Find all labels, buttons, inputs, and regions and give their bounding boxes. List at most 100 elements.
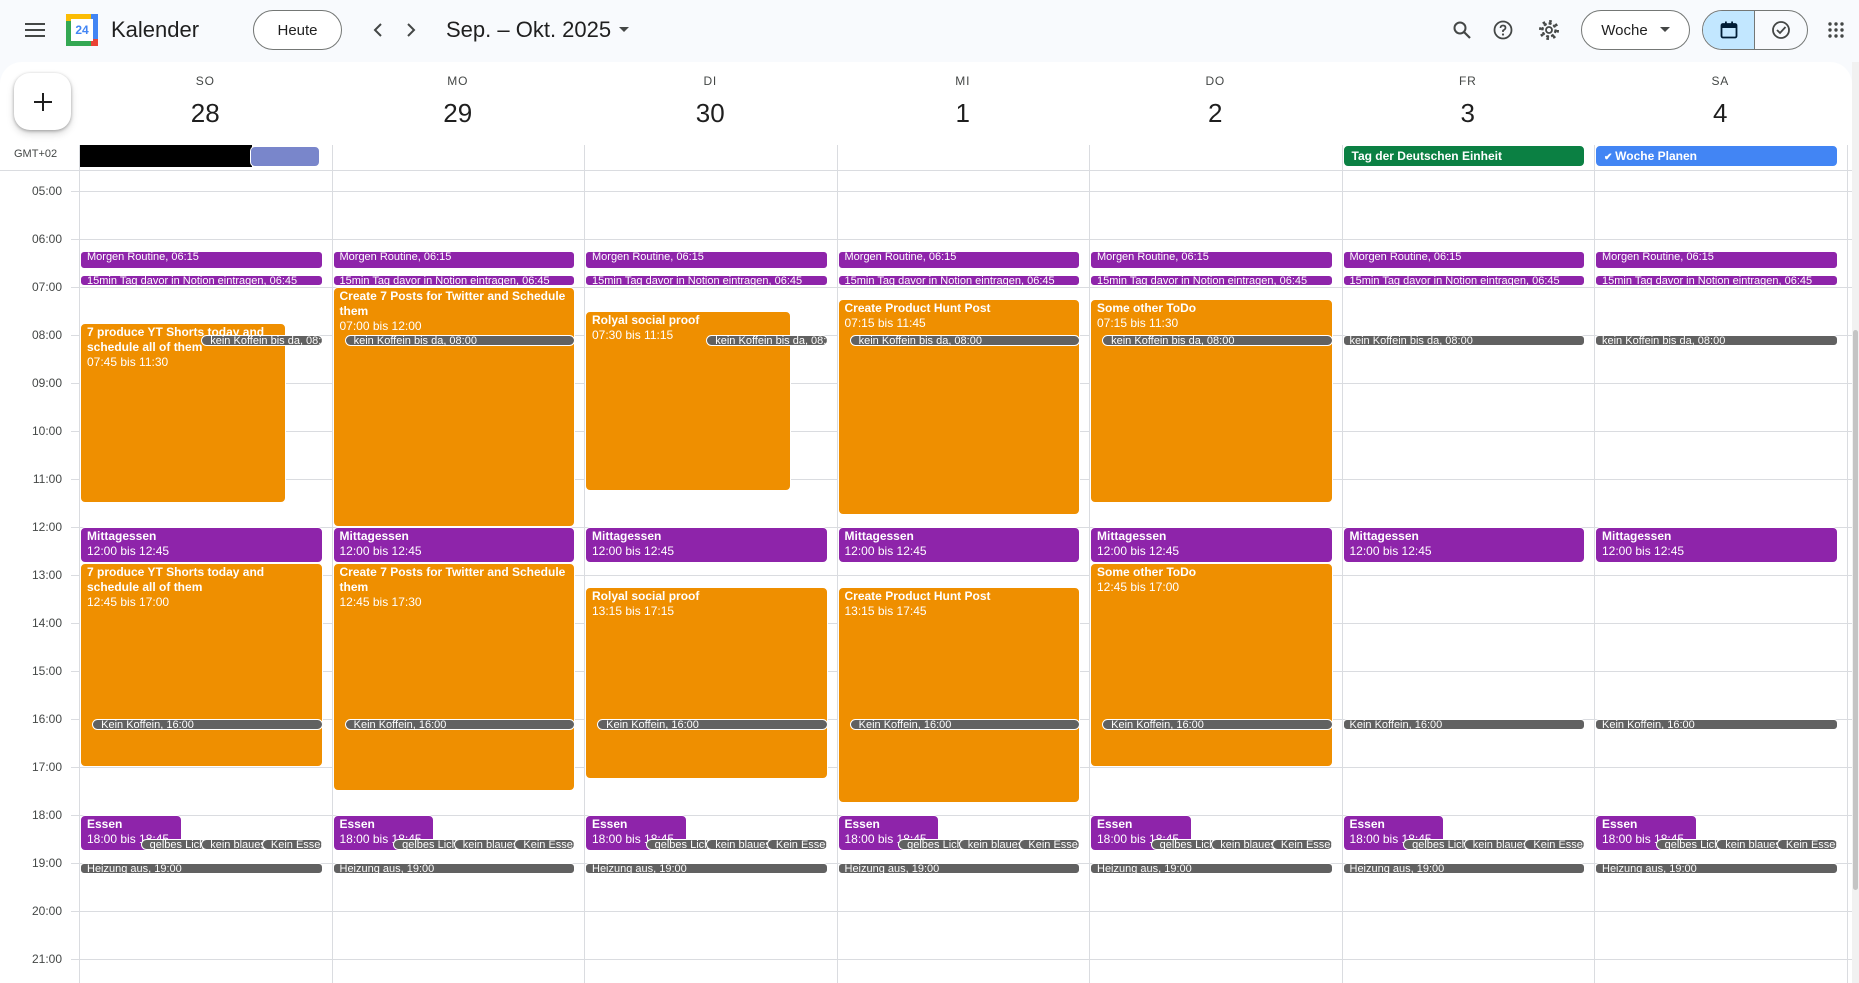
calendar-event-chip[interactable]: Heizung aus, 19:00 — [80, 863, 323, 874]
day-header-so[interactable]: SO 28 — [79, 74, 332, 129]
calendar-event[interactable]: 7 produce YT Shorts today and schedule a… — [80, 323, 287, 503]
day-number[interactable]: 2 — [1089, 98, 1342, 129]
prev-week-button[interactable] — [362, 12, 394, 48]
day-header-mo[interactable]: MO 29 — [332, 74, 585, 129]
calendar-event-chip[interactable]: kein blaues Licht, 18:30 — [453, 839, 520, 850]
calendar-event-chip[interactable]: kein Koffein bis da, 08:00 — [1342, 335, 1585, 346]
tasks-view-toggle[interactable] — [1755, 11, 1807, 49]
allday-event[interactable] — [250, 146, 320, 167]
calendar-event-chip[interactable]: Morgen Routine, 06:15 — [332, 251, 575, 270]
calendar-event[interactable]: Some other ToDo 07:15 bis 11:30 — [1090, 299, 1333, 503]
calendar-event-chip[interactable]: 15min Tag davor in Notion eintragen, 06:… — [837, 275, 1080, 286]
search-button[interactable] — [1442, 10, 1482, 50]
calendar-event-chip[interactable]: Kein Essen, 18:30 — [1524, 839, 1585, 850]
calendar-event-chip[interactable]: kein Koffein bis da, 08:00 — [1595, 335, 1838, 346]
calendar-event-chip[interactable]: 15min Tag davor in Notion eintragen, 06:… — [332, 275, 575, 286]
calendar-event[interactable]: Create 7 Posts for Twitter and Schedule … — [332, 563, 575, 791]
calendar-event-chip[interactable]: kein blaues Licht, 18:30 — [1463, 839, 1530, 850]
calendar-event-chip[interactable]: Kein Koffein, 16:00 — [849, 719, 1080, 730]
calendar-event-chip[interactable]: Kein Essen, 18:30 — [261, 839, 323, 850]
calendar-event-chip[interactable]: Morgen Routine, 06:15 — [1342, 251, 1585, 270]
calendar-event[interactable]: Some other ToDo 12:45 bis 17:00 — [1090, 563, 1333, 767]
calendar-event[interactable]: Rolyal social proof 13:15 bis 17:15 — [585, 587, 828, 779]
day-number[interactable]: 28 — [79, 98, 332, 129]
calendar-view-toggle[interactable] — [1703, 11, 1756, 49]
calendar-event-chip[interactable]: Kein Koffein, 16:00 — [344, 719, 575, 730]
create-button[interactable] — [14, 73, 71, 130]
redacted-allday-event[interactable] — [80, 145, 252, 167]
calendar-event-chip[interactable]: kein Koffein bis da, 08:00 — [201, 335, 323, 346]
calendar-event-chip[interactable]: Kein Essen, 18:30 — [1019, 839, 1080, 850]
calendar-event[interactable]: Create Product Hunt Post 13:15 bis 17:45 — [837, 587, 1080, 803]
calendar-event-chip[interactable]: Kein Koffein, 16:00 — [92, 719, 323, 730]
calendar-event-chip[interactable]: 15min Tag davor in Notion eintragen, 06:… — [585, 275, 828, 286]
day-header-do[interactable]: DO 2 — [1089, 74, 1342, 129]
calendar-event-chip[interactable]: kein blaues Licht, 18:30 — [1211, 839, 1277, 850]
calendar-event-chip[interactable]: kein Koffein bis da, 08:00 — [849, 335, 1080, 346]
view-switcher[interactable]: Woche — [1581, 10, 1690, 50]
day-header-fr[interactable]: FR 3 — [1342, 74, 1595, 129]
apps-button[interactable] — [1816, 10, 1856, 50]
day-header-sa[interactable]: SA 4 — [1594, 74, 1847, 129]
settings-button[interactable] — [1529, 10, 1569, 50]
calendar-event-chip[interactable]: Heizung aus, 19:00 — [1090, 863, 1333, 874]
calendar-event-chip[interactable]: Kein Essen, 18:30 — [514, 839, 575, 850]
day-header-di[interactable]: DI 30 — [584, 74, 837, 129]
calendar-event-chip[interactable]: 15min Tag davor in Notion eintragen, 06:… — [1342, 275, 1585, 286]
day-number[interactable]: 30 — [584, 98, 837, 129]
calendar-event-chip[interactable]: gelbes Licht, 18:30 — [1655, 839, 1722, 850]
calendar-event-chip[interactable]: Kein Essen, 18:30 — [1271, 839, 1333, 850]
calendar-event[interactable]: Mittagessen 12:00 bis 12:45 — [837, 527, 1080, 563]
calendar-event-chip[interactable]: Morgen Routine, 06:15 — [1090, 251, 1333, 270]
calendar-event-chip[interactable]: kein blaues Licht, 18:30 — [706, 839, 772, 850]
calendar-event-chip[interactable]: Heizung aus, 19:00 — [332, 863, 575, 874]
calendar-event-chip[interactable]: 15min Tag davor in Notion eintragen, 06:… — [80, 275, 323, 286]
calendar-event-chip[interactable]: kein blaues Licht, 18:30 — [201, 839, 267, 850]
calendar-event-chip[interactable]: kein Koffein bis da, 08:00 — [1102, 335, 1333, 346]
calendar-event-chip[interactable]: Kein Essen, 18:30 — [1776, 839, 1838, 850]
scrollbar-thumb[interactable] — [1853, 330, 1858, 890]
calendar-event-chip[interactable]: kein Koffein bis da, 08:00 — [344, 335, 575, 346]
calendar-event-chip[interactable]: Kein Koffein, 16:00 — [1102, 719, 1333, 730]
calendar-event[interactable]: Mittagessen 12:00 bis 12:45 — [585, 527, 828, 563]
calendar-event-chip[interactable]: kein blaues Licht, 18:30 — [958, 839, 1025, 850]
calendar-event[interactable]: 7 produce YT Shorts today and schedule a… — [80, 563, 323, 767]
today-button[interactable]: Heute — [253, 10, 342, 50]
calendar-event-chip[interactable]: Kein Koffein, 16:00 — [1595, 719, 1838, 730]
calendar-event-chip[interactable]: Kein Essen, 18:30 — [766, 839, 828, 850]
calendar-event-chip[interactable]: Kein Koffein, 16:00 — [597, 719, 828, 730]
calendar-event-chip[interactable]: 15min Tag davor in Notion eintragen, 06:… — [1595, 275, 1838, 286]
calendar-event[interactable]: Mittagessen 12:00 bis 12:45 — [1342, 527, 1585, 563]
calendar-event-chip[interactable]: gelbes Licht, 18:30 — [898, 839, 964, 850]
calendar-event-chip[interactable]: Heizung aus, 19:00 — [1595, 863, 1838, 874]
calendar-event[interactable]: Create Product Hunt Post 07:15 bis 11:45 — [837, 299, 1080, 515]
calendar-event-chip[interactable]: 15min Tag davor in Notion eintragen, 06:… — [1090, 275, 1333, 286]
calendar-event-chip[interactable]: gelbes Licht, 18:30 — [140, 839, 207, 850]
calendar-event-chip[interactable]: Morgen Routine, 06:15 — [585, 251, 828, 270]
calendar-event-chip[interactable]: Heizung aus, 19:00 — [1342, 863, 1585, 874]
allday-event[interactable]: ✔ Woche Planen — [1595, 145, 1838, 167]
next-week-button[interactable] — [395, 12, 427, 48]
calendar-event-chip[interactable]: Kein Koffein, 16:00 — [1342, 719, 1585, 730]
calendar-event-chip[interactable]: Morgen Routine, 06:15 — [1595, 251, 1838, 270]
day-number[interactable]: 4 — [1594, 98, 1847, 129]
calendar-event[interactable]: Mittagessen 12:00 bis 12:45 — [332, 527, 575, 563]
calendar-event-chip[interactable]: Morgen Routine, 06:15 — [837, 251, 1080, 270]
calendar-event-chip[interactable]: kein blaues Licht, 18:30 — [1716, 839, 1782, 850]
help-button[interactable] — [1483, 10, 1523, 50]
calendar-event-chip[interactable]: gelbes Licht, 18:30 — [645, 839, 712, 850]
day-number[interactable]: 3 — [1342, 98, 1595, 129]
calendar-event-chip[interactable]: Heizung aus, 19:00 — [585, 863, 828, 874]
calendar-event[interactable]: Create 7 Posts for Twitter and Schedule … — [332, 287, 575, 527]
calendar-event[interactable]: Mittagessen 12:00 bis 12:45 — [1595, 527, 1838, 563]
calendar-event[interactable]: Mittagessen 12:00 bis 12:45 — [80, 527, 323, 563]
calendar-event-chip[interactable]: gelbes Licht, 18:30 — [393, 839, 459, 850]
calendar-event-chip[interactable]: gelbes Licht, 18:30 — [1150, 839, 1217, 850]
main-menu-button[interactable] — [15, 10, 55, 50]
calendar-event-chip[interactable]: Morgen Routine, 06:15 — [80, 251, 323, 270]
day-header-mi[interactable]: MI 1 — [837, 74, 1090, 129]
allday-event[interactable]: Tag der Deutschen Einheit — [1342, 145, 1585, 167]
calendar-event-chip[interactable]: gelbes Licht, 18:30 — [1403, 839, 1469, 850]
calendar-event-chip[interactable]: Heizung aus, 19:00 — [837, 863, 1080, 874]
calendar-event-chip[interactable]: kein Koffein bis da, 08:00 — [706, 335, 828, 346]
